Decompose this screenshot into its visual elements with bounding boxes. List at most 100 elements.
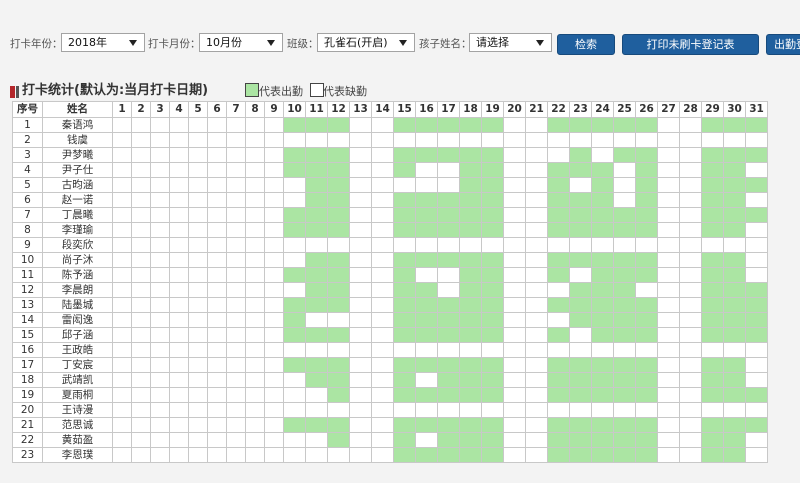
student-name-cell: 尚子沐 xyxy=(42,252,113,268)
chevron-down-icon xyxy=(536,40,544,46)
attendance-cell xyxy=(188,132,208,148)
attendance-cell xyxy=(569,207,592,223)
class-select[interactable]: 孔雀石(开启) xyxy=(317,33,415,52)
attendance-cell xyxy=(283,117,306,133)
day-header-6: 6 xyxy=(207,101,227,118)
attendance-cell xyxy=(569,417,592,433)
attendance-cell xyxy=(327,132,350,148)
attendance-cell xyxy=(169,267,189,283)
attendance-cell xyxy=(150,192,170,208)
attendance-cell xyxy=(283,417,306,433)
attendance-cell xyxy=(679,372,702,388)
attendance-cell xyxy=(525,417,548,433)
attendance-cell xyxy=(547,222,570,238)
attendance-cell xyxy=(591,357,614,373)
attendance-cell xyxy=(613,192,636,208)
attendance-cell xyxy=(226,267,246,283)
attendance-cell xyxy=(393,267,416,283)
attendance-cell xyxy=(635,432,658,448)
day-header-26: 26 xyxy=(635,101,658,118)
day-header-27: 27 xyxy=(657,101,680,118)
attendance-cell xyxy=(305,147,328,163)
attendance-cell xyxy=(371,417,394,433)
attendance-cell xyxy=(207,207,227,223)
attendance-cell xyxy=(657,417,680,433)
student-name-cell: 李晨朗 xyxy=(42,282,113,298)
attendance-cell xyxy=(207,402,227,418)
month-select[interactable]: 10月份 xyxy=(199,33,283,52)
attendance-cell xyxy=(459,147,482,163)
attendance-cell xyxy=(701,132,724,148)
attendance-cell xyxy=(131,357,151,373)
attendance-cell xyxy=(327,432,350,448)
attendance-cell xyxy=(459,162,482,178)
search-button[interactable]: 检索 xyxy=(557,34,615,55)
attendance-cell xyxy=(679,222,702,238)
day-header-7: 7 xyxy=(226,101,246,118)
attendance-cell xyxy=(371,342,394,358)
attendance-cell xyxy=(459,357,482,373)
attendance-cell xyxy=(503,147,526,163)
attendance-cell xyxy=(547,312,570,328)
attendance-cell xyxy=(723,147,746,163)
attendance-cell xyxy=(207,192,227,208)
day-header-3: 3 xyxy=(150,101,170,118)
attendance-cell xyxy=(459,312,482,328)
attendance-cell xyxy=(327,177,350,193)
attendance-cell xyxy=(393,117,416,133)
attendance-cell xyxy=(349,222,372,238)
attendance-cell xyxy=(188,402,208,418)
attendance-cell xyxy=(525,162,548,178)
attendance-cell xyxy=(415,132,438,148)
attendance-cell xyxy=(245,282,265,298)
table-row: 22 黄茹盈 xyxy=(12,432,768,448)
attendance-cell xyxy=(481,237,504,253)
attendance-cell xyxy=(371,327,394,343)
table-row: 18 武靖凯 xyxy=(12,372,768,388)
attendance-cell xyxy=(371,177,394,193)
attendance-cell xyxy=(437,312,460,328)
print-unswiped-register-button[interactable]: 打印未刷卡登记表 xyxy=(622,34,759,55)
year-select[interactable]: 2018年 xyxy=(61,33,145,52)
attendance-cell xyxy=(569,117,592,133)
table-row: 19 夏雨桐 xyxy=(12,387,768,403)
child-name-select[interactable]: 请选择 xyxy=(469,33,552,52)
attendance-cell xyxy=(459,282,482,298)
seq-header: 序号 xyxy=(12,101,43,118)
seq-cell: 4 xyxy=(12,162,43,178)
attendance-cell xyxy=(657,372,680,388)
attendance-cell xyxy=(459,192,482,208)
attendance-cell xyxy=(657,282,680,298)
attendance-cell xyxy=(723,342,746,358)
attendance-cell xyxy=(131,162,151,178)
attendance-cell xyxy=(245,312,265,328)
attendance-cell xyxy=(745,267,768,283)
attendance-cell xyxy=(547,282,570,298)
attendance-cell xyxy=(226,357,246,373)
student-name-cell: 李恩璞 xyxy=(42,447,113,463)
attendance-cell xyxy=(150,447,170,463)
attendance-cell xyxy=(591,252,614,268)
attendance-cell xyxy=(305,327,328,343)
attendance-cell xyxy=(613,177,636,193)
attendance-cell xyxy=(547,252,570,268)
attendance-cell xyxy=(327,402,350,418)
attendance-cell xyxy=(701,372,724,388)
attendance-cell xyxy=(679,417,702,433)
attendance-cell xyxy=(226,117,246,133)
attendance-cell xyxy=(327,372,350,388)
attendance-cell xyxy=(371,162,394,178)
attendance-cell xyxy=(207,282,227,298)
attendance-cell xyxy=(437,192,460,208)
attendance-cell xyxy=(415,447,438,463)
table-row: 11 陈予涵 xyxy=(12,267,768,283)
day-header-10: 10 xyxy=(283,101,306,118)
attendance-cell xyxy=(188,417,208,433)
attendance-cell xyxy=(393,417,416,433)
attendance-cell xyxy=(393,447,416,463)
attendance-cell xyxy=(283,192,306,208)
attendance-cell xyxy=(264,192,284,208)
attendance-register-button[interactable]: 出勤登 xyxy=(766,34,800,55)
attendance-cell xyxy=(169,207,189,223)
attendance-cell xyxy=(547,147,570,163)
